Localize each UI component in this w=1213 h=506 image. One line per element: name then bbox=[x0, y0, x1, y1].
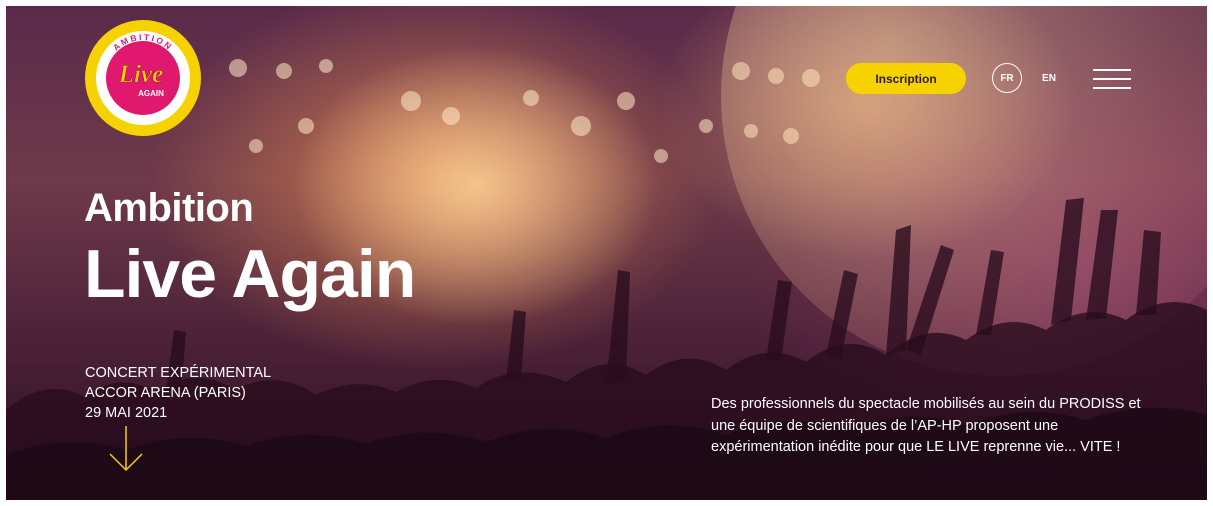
event-type: CONCERT EXPÉRIMENTAL bbox=[85, 365, 272, 381]
ambition-live-again-logo[interactable]: AMBITION Live AGAIN PRODISS bbox=[85, 20, 201, 136]
event-venue: ACCOR ARENA (PARIS) bbox=[85, 385, 246, 401]
inscription-button[interactable]: Inscription bbox=[846, 63, 966, 94]
hamburger-menu-icon[interactable] bbox=[1093, 67, 1133, 91]
logo-main-text: Live bbox=[118, 61, 163, 88]
lang-fr-button[interactable]: FR bbox=[992, 63, 1022, 93]
lang-en-button[interactable]: EN bbox=[1037, 63, 1061, 93]
event-date: 29 MAI 2021 bbox=[85, 405, 168, 421]
hero-title-line2: Live Again bbox=[84, 236, 416, 312]
event-info: CONCERT EXPÉRIMENTAL ACCOR ARENA (PARIS)… bbox=[85, 363, 271, 423]
hero-title-line1: Ambition bbox=[84, 186, 254, 230]
hero-description: Des professionnels du spectacle mobilisé… bbox=[711, 396, 1141, 455]
scroll-down-arrow-icon[interactable] bbox=[108, 426, 144, 472]
